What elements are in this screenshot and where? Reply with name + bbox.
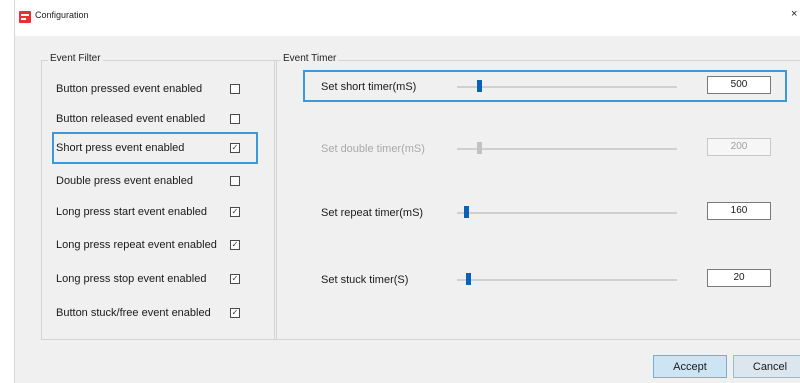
- filter-item-button-stuck-free[interactable]: Button stuck/free event enabled ✓: [52, 297, 258, 329]
- accept-button[interactable]: Accept: [653, 355, 727, 378]
- timer-row-repeat: Set repeat timer(mS) 160: [303, 196, 787, 228]
- short-timer-label: Set short timer(mS): [321, 81, 417, 93]
- checkbox[interactable]: ✓: [230, 240, 240, 250]
- repeat-timer-slider-thumb[interactable]: [463, 206, 469, 218]
- event-timer-legend: Event Timer: [281, 53, 339, 64]
- filter-item-long-press-stop[interactable]: Long press stop event enabled ✓: [52, 263, 258, 295]
- short-timer-slider-track[interactable]: [457, 86, 677, 88]
- filter-item-label: Long press repeat event enabled: [56, 239, 217, 251]
- repeat-timer-label: Set repeat timer(mS): [321, 207, 424, 219]
- stuck-timer-value-field[interactable]: 20: [707, 269, 771, 287]
- timer-row-short: Set short timer(mS) 500: [303, 70, 787, 102]
- filter-item-button-released[interactable]: Button released event enabled: [52, 103, 258, 135]
- filter-item-label: Long press start event enabled: [56, 206, 208, 218]
- checkbox[interactable]: ✓: [230, 207, 240, 217]
- filter-item-label: Button released event enabled: [56, 113, 206, 125]
- double-timer-value-field: 200: [707, 138, 771, 156]
- event-filter-legend: Event Filter: [48, 53, 103, 64]
- filter-item-label: Long press stop event enabled: [56, 273, 207, 285]
- checkbox[interactable]: ✓: [230, 274, 240, 284]
- checkbox[interactable]: [230, 176, 240, 186]
- filter-item-label: Double press event enabled: [56, 175, 193, 187]
- short-timer-value-field[interactable]: 500: [707, 76, 771, 94]
- checkbox[interactable]: [230, 114, 240, 124]
- configuration-window: Configuration × Event Filter Button pres…: [14, 0, 800, 383]
- double-timer-slider-track: [457, 148, 677, 150]
- repeat-timer-value-field[interactable]: 160: [707, 202, 771, 220]
- stuck-timer-slider-track[interactable]: [457, 279, 677, 281]
- close-button[interactable]: ×: [791, 8, 797, 20]
- checkbox[interactable]: ✓: [230, 308, 240, 318]
- short-timer-slider-thumb[interactable]: [477, 80, 482, 92]
- filter-item-label: Short press event enabled: [56, 142, 185, 154]
- app-logo-icon: [19, 11, 31, 23]
- window-title: Configuration: [35, 10, 89, 20]
- cancel-button[interactable]: Cancel: [733, 355, 800, 378]
- double-timer-slider-thumb: [477, 142, 482, 154]
- event-timer-group: Event Timer Set short timer(mS) 500 Set …: [274, 53, 800, 340]
- filter-item-double-press[interactable]: Double press event enabled: [52, 165, 258, 197]
- stuck-timer-label: Set stuck timer(S): [321, 274, 409, 286]
- stuck-timer-slider-thumb[interactable]: [466, 273, 471, 285]
- filter-item-button-pressed[interactable]: Button pressed event enabled: [52, 73, 258, 105]
- filter-item-label: Button stuck/free event enabled: [56, 307, 211, 319]
- timer-row-double: Set double timer(mS) 200: [303, 132, 787, 164]
- event-filter-group: Event Filter Button pressed event enable…: [41, 53, 277, 340]
- filter-item-long-press-start[interactable]: Long press start event enabled ✓: [52, 196, 258, 228]
- repeat-timer-slider-track[interactable]: [457, 212, 677, 214]
- title-bar: Configuration ×: [15, 0, 800, 36]
- double-timer-label: Set double timer(mS): [321, 143, 425, 155]
- filter-item-label: Button pressed event enabled: [56, 83, 203, 95]
- filter-item-long-press-repeat[interactable]: Long press repeat event enabled ✓: [52, 229, 258, 261]
- checkbox[interactable]: ✓: [230, 143, 240, 153]
- checkbox[interactable]: [230, 84, 240, 94]
- timer-row-stuck: Set stuck timer(S) 20: [303, 263, 787, 295]
- filter-item-short-press[interactable]: Short press event enabled ✓: [52, 132, 258, 164]
